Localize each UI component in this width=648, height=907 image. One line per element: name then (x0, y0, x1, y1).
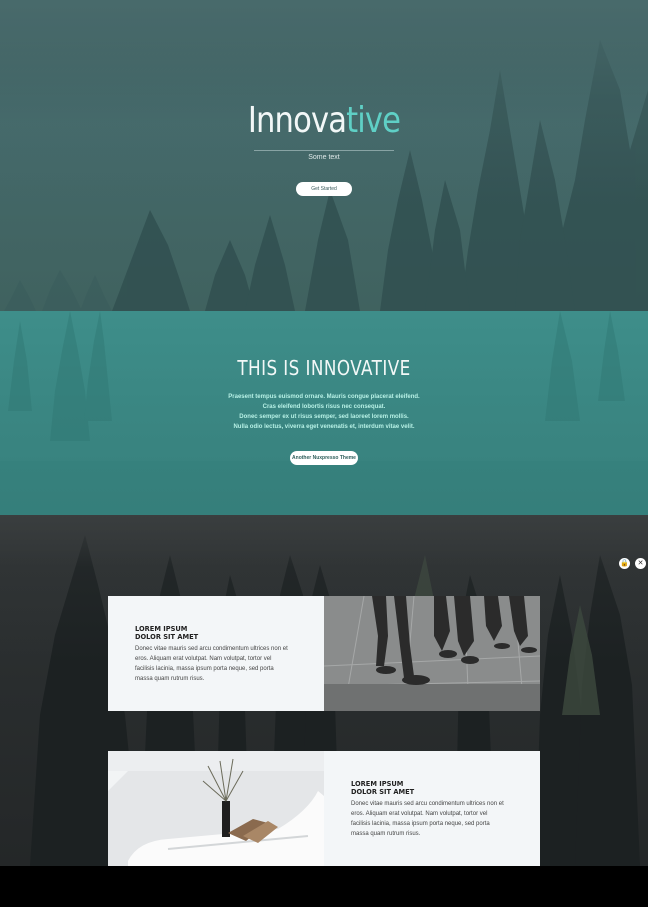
feature-card-text: LOREM IPSUM DOLOR SIT AMET Donec vitae m… (108, 596, 324, 711)
hero-subtitle: Some text (308, 154, 340, 161)
feature-card-body: Donec vitae mauris sed arcu condimentum … (351, 799, 521, 839)
get-started-button[interactable]: Get Started (296, 182, 352, 196)
band-text-line: Donec semper ex ut risus semper, sed lao… (239, 414, 409, 420)
feature-card-body-line: facilisis lacinia, massa ipsum porta neq… (351, 821, 490, 827)
feature-card-body-line: Donec vitae mauris sed arcu condimentum … (135, 646, 288, 652)
feature-card-text: LOREM IPSUM DOLOR SIT AMET Donec vitae m… (324, 751, 540, 866)
feature-card-heading-line: LOREM IPSUM (351, 780, 404, 788)
band-title: THIS IS INNOVATIVE (237, 356, 411, 380)
feature-card: LOREM IPSUM DOLOR SIT AMET Donec vitae m… (108, 751, 540, 866)
another-theme-button[interactable]: Another Nuxpresso Theme (290, 451, 358, 465)
band-text: Praesent tempus euismod ornare. Mauris c… (0, 392, 648, 432)
feature-card-heading-line: DOLOR SIT AMET (135, 633, 199, 641)
band-text-line: Cras eleifend lobortis risus nec consequ… (262, 404, 386, 410)
hero-divider (254, 150, 394, 151)
feature-card-heading: LOREM IPSUM DOLOR SIT AMET (135, 625, 198, 641)
feature-card-body-line: eros. Aliquam erat volutpat. Nam volutpa… (351, 811, 488, 817)
feature-card-body-line: massa quam rutrum risus. (351, 831, 421, 837)
feature-card-heading-line: LOREM IPSUM (135, 625, 188, 633)
band-text-line: Nulla odio lectus, viverra eget venenati… (233, 424, 415, 430)
feature-card-body-line: massa quam rutrum risus. (135, 676, 205, 682)
page: Innovative Some text Get Started THIS IS… (0, 0, 648, 907)
close-icon[interactable]: ✕ (635, 558, 646, 569)
band-text-line: Praesent tempus euismod ornare. Mauris c… (228, 394, 420, 400)
walking-people-photo (324, 596, 540, 711)
intro-band: THIS IS INNOVATIVE Praesent tempus euism… (0, 311, 648, 515)
feature-card-body-line: facilisis lacinia, massa ipsum porta neq… (135, 666, 274, 672)
hero-title-accent: tive (346, 100, 401, 141)
feature-card-body-line: Donec vitae mauris sed arcu condimentum … (351, 801, 504, 807)
hero-title-main: Innova (247, 100, 347, 141)
white-chair-vase-photo (108, 751, 324, 866)
features-section: 🔒 ✕ LOREM IPSUM DOLOR SIT AMET Donec vit… (0, 515, 648, 866)
bottom-black-bar (0, 866, 648, 907)
feature-card: LOREM IPSUM DOLOR SIT AMET Donec vitae m… (108, 596, 540, 711)
feature-card-heading: LOREM IPSUM DOLOR SIT AMET (351, 780, 414, 796)
lock-icon[interactable]: 🔒 (619, 558, 630, 569)
feature-card-body-line: eros. Aliquam erat volutpat. Nam volutpa… (135, 656, 272, 662)
hero-title: Innovative (49, 100, 600, 141)
feature-card-heading-line: DOLOR SIT AMET (351, 788, 415, 796)
hero-section: Innovative Some text Get Started (0, 0, 648, 311)
feature-card-body: Donec vitae mauris sed arcu condimentum … (135, 644, 305, 684)
